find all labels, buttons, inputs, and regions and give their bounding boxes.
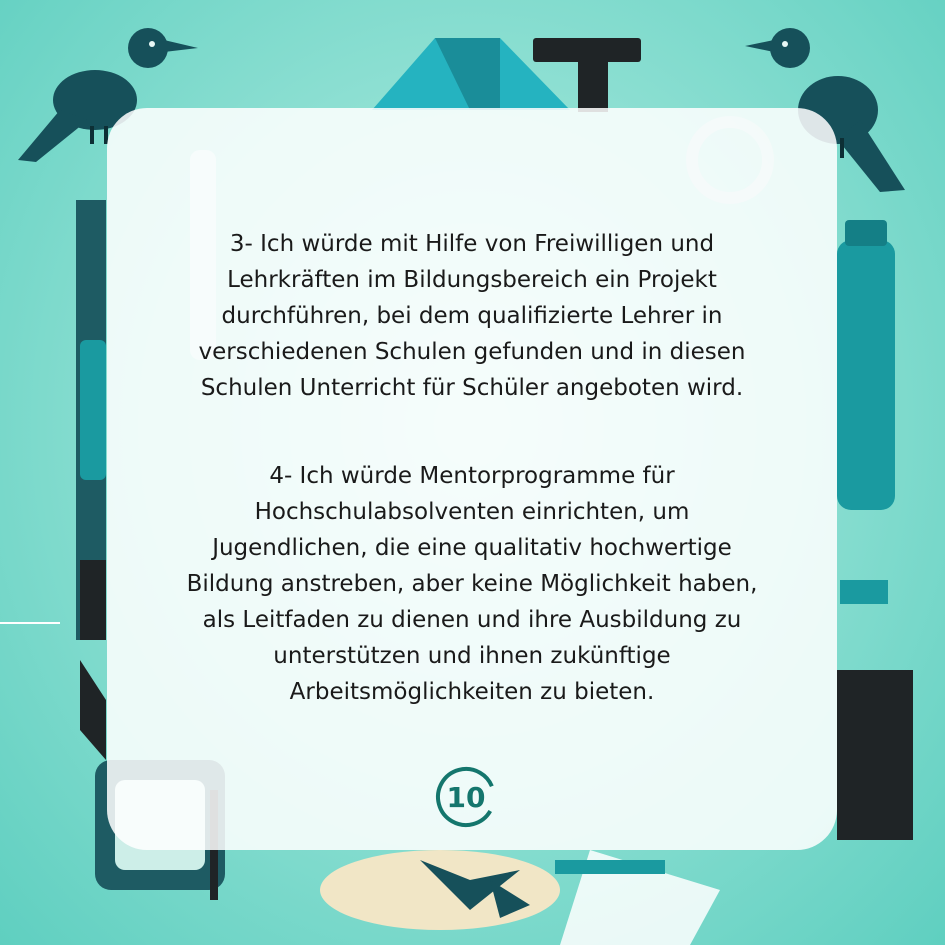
content-card: 3- Ich würde mit Hilfe von Freiwilligen … <box>107 108 837 850</box>
paragraph-4: 4- Ich würde Mentorprogramme für Hochsch… <box>186 463 758 705</box>
page-number-badge: 10 <box>433 764 499 830</box>
t-shape <box>533 38 641 62</box>
page-number: 10 <box>446 780 486 814</box>
sand-shape <box>320 850 560 930</box>
bottle-illustration <box>837 240 895 510</box>
paragraph-3: 3- Ich würde mit Hilfe von Freiwilligen … <box>198 231 746 401</box>
